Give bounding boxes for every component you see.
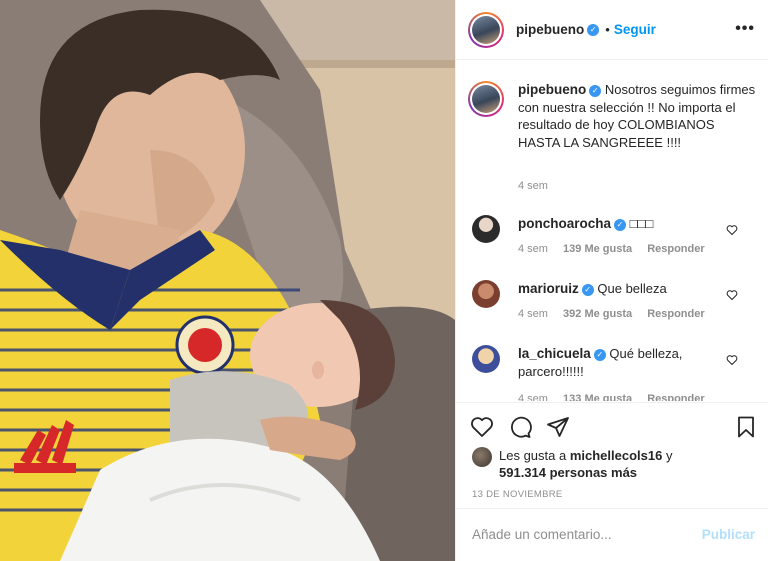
verified-badge-icon: ✓ — [589, 84, 602, 97]
comment-avatar[interactable] — [472, 345, 500, 373]
caption-text-block: pipebueno ✓ Nosotros seguimos firmes con … — [518, 81, 758, 151]
comment-avatar[interactable] — [472, 215, 500, 243]
comment-meta: 4 sem 133 Me gusta Responder — [518, 393, 717, 401]
comment-username[interactable]: marioruiz — [518, 281, 579, 296]
comment-username[interactable]: la_chicuela — [518, 346, 591, 361]
liker-username[interactable]: michellecols16 — [570, 448, 663, 463]
post-date[interactable]: 13 DE NOVIEMBRE — [472, 489, 563, 500]
comment-likes[interactable]: 139 Me gusta — [563, 243, 632, 255]
comment-meta: 4 sem 139 Me gusta Responder — [518, 243, 717, 255]
likes-text: Les gusta a michellecols16 y 591.314 per… — [499, 447, 719, 481]
post-header: pipebueno ✓ • Seguir ••• — [456, 0, 768, 60]
reply-button[interactable]: Responder — [647, 308, 704, 320]
post-sidebar: pipebueno ✓ • Seguir ••• pipebueno ✓ Noso… — [455, 0, 768, 561]
comment-username[interactable]: ponchoarocha — [518, 216, 611, 231]
author-name-group: pipebueno ✓ • Seguir — [516, 22, 656, 37]
reply-button[interactable]: Responder — [647, 393, 704, 401]
publish-button[interactable]: Publicar — [702, 527, 755, 542]
reply-button[interactable]: Responder — [647, 243, 704, 255]
comment-heart-icon[interactable] — [726, 224, 738, 236]
verified-badge-icon: ✓ — [581, 283, 594, 296]
avatar-border — [470, 13, 502, 46]
avatar-border — [470, 83, 502, 115]
caption-username[interactable]: pipebueno — [518, 82, 586, 97]
author-avatar[interactable] — [468, 11, 504, 48]
comment-time[interactable]: 4 sem — [518, 308, 548, 320]
post-caption: pipebueno ✓ Nosotros seguimos firmes con … — [468, 81, 758, 192]
likes-summary: Les gusta a michellecols16 y 591.314 per… — [472, 447, 719, 481]
avatar-image — [472, 15, 500, 44]
follow-button[interactable]: Seguir — [614, 22, 656, 37]
comment-time[interactable]: 4 sem — [518, 243, 548, 255]
comment-text: Que belleza — [597, 281, 667, 296]
avatar-image — [472, 85, 500, 113]
verified-badge-icon: ✓ — [587, 23, 600, 36]
comment-likes[interactable]: 133 Me gusta — [563, 393, 632, 401]
comment-text: □□□ — [629, 216, 654, 231]
instagram-post: pipebueno ✓ • Seguir ••• pipebueno ✓ Noso… — [0, 0, 768, 561]
comment-body: marioruiz ✓ Que belleza — [518, 280, 718, 298]
author-username[interactable]: pipebueno — [516, 22, 584, 37]
heart-icon[interactable] — [470, 415, 494, 439]
comment-meta: 4 sem 392 Me gusta Responder — [518, 308, 717, 320]
post-photo[interactable] — [0, 0, 455, 561]
verified-badge-icon: ✓ — [593, 348, 606, 361]
more-options-icon[interactable]: ••• — [735, 20, 755, 38]
photo-illustration — [0, 0, 455, 561]
comment-input[interactable] — [472, 526, 692, 542]
add-comment-bar: Publicar — [456, 508, 768, 559]
comment-heart-icon[interactable] — [726, 354, 738, 366]
comment-icon[interactable] — [508, 415, 532, 439]
comment-body: ponchoarocha ✓ □□□ — [518, 215, 718, 233]
likes-prefix: Les gusta a — [499, 448, 567, 463]
comment-likes[interactable]: 392 Me gusta — [563, 308, 632, 320]
comment-avatar[interactable] — [472, 280, 500, 308]
separator-dot: • — [605, 22, 610, 37]
comment-item: la_chicuela ✓ Qué belleza, parcero!!!!!! … — [468, 345, 758, 401]
comment-heart-icon[interactable] — [726, 289, 738, 301]
caption-time[interactable]: 4 sem — [518, 180, 548, 192]
caption-author-avatar[interactable] — [468, 81, 504, 117]
comments-section[interactable]: pipebueno ✓ Nosotros seguimos firmes con … — [456, 61, 768, 401]
likes-count[interactable]: 591.314 personas más — [499, 465, 637, 480]
bookmark-icon[interactable] — [734, 415, 758, 439]
comment-time[interactable]: 4 sem — [518, 393, 548, 401]
comment-body: la_chicuela ✓ Qué belleza, parcero!!!!!! — [518, 345, 718, 381]
verified-badge-icon: ✓ — [614, 218, 627, 231]
comment-item: ponchoarocha ✓ □□□ 4 sem 139 Me gusta Res… — [468, 215, 758, 267]
comment-item: marioruiz ✓ Que belleza 4 sem 392 Me gust… — [468, 280, 758, 332]
share-icon[interactable] — [546, 415, 570, 439]
liker-avatar[interactable] — [472, 447, 492, 467]
likes-conjunction: y — [665, 448, 673, 463]
